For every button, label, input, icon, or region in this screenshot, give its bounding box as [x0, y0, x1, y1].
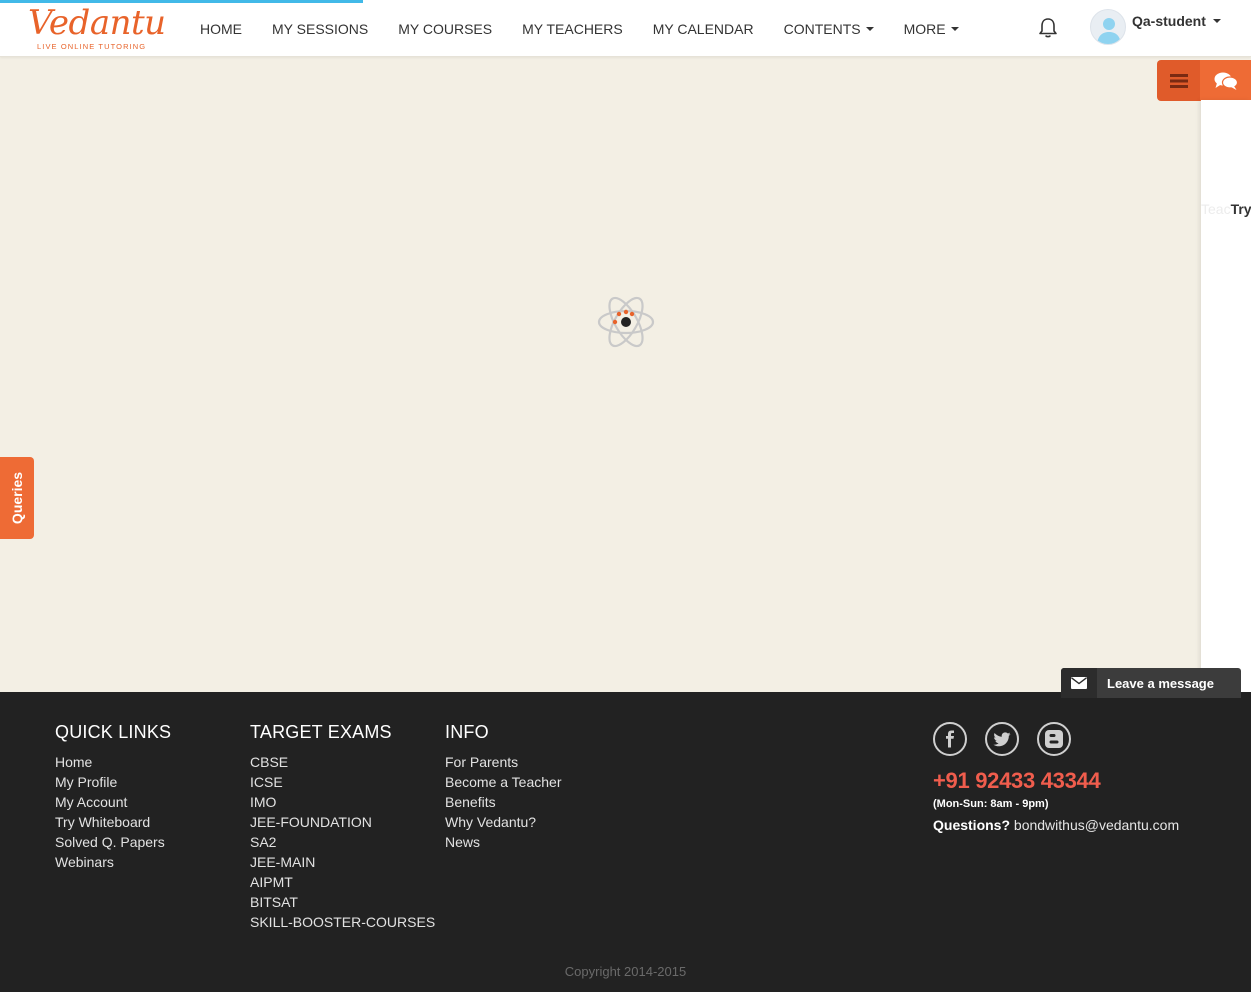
vedantu-logo[interactable]: Vedantu LIVE ONLINE TUTORING: [28, 4, 166, 54]
footer-link-webinars[interactable]: Webinars: [55, 852, 171, 872]
footer-link-my-account[interactable]: My Account: [55, 792, 171, 812]
footer-link-benefits[interactable]: Benefits: [445, 792, 561, 812]
user-name-dropdown[interactable]: Qa-student: [1132, 13, 1221, 29]
chat-bubbles-icon: [1214, 72, 1238, 90]
nav-my-teachers-label: MY TEACHERS: [522, 20, 623, 37]
nav-more-dropdown[interactable]: MORE: [904, 21, 959, 37]
queries-tab[interactable]: Queries: [0, 457, 34, 539]
questions-line: Questions? bondwithus@vedantu.com: [933, 817, 1179, 833]
caret-down-icon: [1212, 19, 1221, 23]
logo-tagline: LIVE ONLINE TUTORING: [37, 42, 147, 51]
blogger-icon[interactable]: [1037, 722, 1071, 756]
footer-link-jee-main[interactable]: JEE-MAIN: [250, 852, 435, 872]
nav-contents-label: CONTENTS: [783, 20, 861, 37]
footer-link-become-teacher[interactable]: Become a Teacher: [445, 772, 561, 792]
side-tab-group: [1157, 60, 1251, 101]
nav-home[interactable]: HOME: [200, 21, 242, 37]
support-email-link[interactable]: bondwithus@vedantu.com: [1014, 817, 1179, 833]
queries-tab-label: Queries: [9, 471, 25, 525]
footer-link-cbse[interactable]: CBSE: [250, 752, 435, 772]
footer-quick-links: QUICK LINKS Home My Profile My Account T…: [55, 722, 171, 872]
caret-down-icon: [865, 26, 874, 31]
chat-button[interactable]: [1200, 60, 1251, 101]
nav-my-sessions[interactable]: MY SESSIONS: [272, 21, 368, 37]
nav-my-courses[interactable]: MY COURSES: [398, 21, 492, 37]
support-phone[interactable]: +91 92433 43344: [933, 768, 1101, 794]
footer-link-solved-papers[interactable]: Solved Q. Papers: [55, 832, 171, 852]
footer-link-imo[interactable]: IMO: [250, 792, 435, 812]
nav-home-label: HOME: [200, 20, 242, 37]
footer-link-bitsat[interactable]: BITSAT: [250, 892, 435, 912]
atom-loader-icon: [596, 290, 656, 354]
facebook-icon[interactable]: [933, 722, 967, 756]
nav-my-calendar-label: MY CALENDAR: [652, 20, 754, 37]
side-peek-faint: Teac: [1201, 201, 1231, 217]
info-heading: INFO: [445, 722, 489, 742]
nav-more-label: MORE: [903, 20, 946, 37]
nav-my-calendar[interactable]: MY CALENDAR: [653, 21, 754, 37]
avatar: [1090, 9, 1126, 45]
caret-down-icon: [950, 26, 959, 31]
footer-link-for-parents[interactable]: For Parents: [445, 752, 561, 772]
nav-my-teachers[interactable]: MY TEACHERS: [522, 21, 623, 37]
footer-target-exams: TARGET EXAMS CBSE ICSE IMO JEE-FOUNDATIO…: [250, 722, 435, 932]
right-side-panel: TeacTry: [1201, 100, 1251, 692]
quick-links-heading: QUICK LINKS: [55, 722, 172, 742]
footer-info: INFO For Parents Become a Teacher Benefi…: [445, 722, 561, 852]
site-footer: QUICK LINKS Home My Profile My Account T…: [0, 692, 1251, 992]
footer-link-why-vedantu[interactable]: Why Vedantu?: [445, 812, 561, 832]
side-panel-peek-text: TeacTry: [1201, 201, 1251, 217]
nav-contents-dropdown[interactable]: CONTENTS: [784, 21, 874, 37]
user-name-label: Qa-student: [1132, 13, 1206, 29]
footer-link-my-profile[interactable]: My Profile: [55, 772, 171, 792]
footer-link-try-whiteboard[interactable]: Try Whiteboard: [55, 812, 171, 832]
support-hours: (Mon-Sun: 8am - 9pm): [933, 798, 1049, 810]
footer-link-jee-foundation[interactable]: JEE-FOUNDATION: [250, 812, 435, 832]
bell-icon[interactable]: [1038, 17, 1058, 39]
footer-link-skill-booster[interactable]: SKILL-BOOSTER-COURSES: [250, 912, 435, 932]
side-peek-dark[interactable]: Try: [1231, 201, 1251, 217]
hamburger-menu-icon: [1169, 73, 1188, 88]
envelope-icon: [1061, 668, 1097, 698]
page-load-progress-bar: [0, 0, 363, 3]
side-menu-button[interactable]: [1157, 60, 1200, 101]
footer-link-icse[interactable]: ICSE: [250, 772, 435, 792]
logo-wordmark: Vedantu: [28, 3, 166, 43]
nav-my-courses-label: MY COURSES: [398, 20, 493, 37]
copyright-text: Copyright 2014-2015: [564, 964, 687, 979]
questions-label: Questions?: [933, 817, 1011, 833]
main-nav: HOME MY SESSIONS MY COURSES MY TEACHERS …: [200, 0, 989, 57]
top-header: Vedantu LIVE ONLINE TUTORING HOME MY SES…: [0, 0, 1251, 57]
target-exams-heading: TARGET EXAMS: [250, 722, 392, 742]
nav-my-sessions-label: MY SESSIONS: [272, 20, 369, 37]
leave-message-widget[interactable]: Leave a message: [1061, 668, 1241, 698]
footer-link-aipmt[interactable]: AIPMT: [250, 872, 435, 892]
leave-message-label: Leave a message: [1107, 675, 1214, 691]
footer-link-home[interactable]: Home: [55, 752, 171, 772]
twitter-icon[interactable]: [985, 722, 1019, 756]
footer-link-news[interactable]: News: [445, 832, 561, 852]
footer-link-sa2[interactable]: SA2: [250, 832, 435, 852]
social-links: [933, 722, 1089, 756]
user-menu[interactable]: Qa-student: [1090, 9, 1221, 45]
